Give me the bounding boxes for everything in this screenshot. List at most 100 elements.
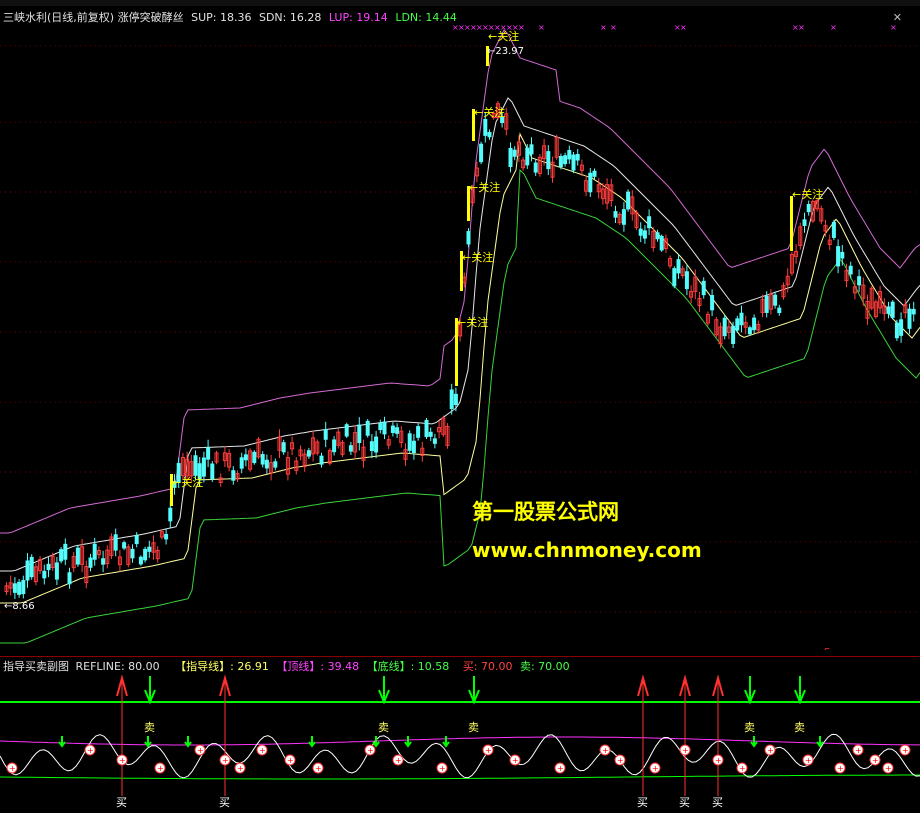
candle-body: [264, 459, 269, 469]
x-marker: ×: [610, 23, 617, 32]
candle-body: [701, 280, 706, 296]
sell-arrow: [744, 676, 756, 705]
indicator-dot-plus: +: [837, 764, 844, 773]
candle-body: [508, 147, 513, 168]
candle-body: [588, 172, 593, 193]
candle-body: [407, 433, 412, 451]
candle-body: [655, 232, 660, 240]
candle-body: [424, 419, 429, 438]
indicator-dot-plus: +: [87, 746, 94, 755]
focus-label: ←关注: [792, 187, 823, 201]
candle-body: [529, 144, 534, 155]
candle-body: [857, 276, 862, 286]
candle-body: [147, 546, 152, 552]
indicator-dot-plus: +: [119, 756, 126, 765]
candle-body: [21, 580, 26, 595]
focus-label: ←关注: [172, 475, 203, 489]
candle-body: [722, 317, 727, 337]
sub-header: 指导买卖副图 REFLINE: 80.00 【指导线】: 26.91 【顶线】:…: [3, 658, 570, 674]
candle-body: [210, 463, 215, 480]
bottom-line: [0, 774, 920, 780]
candle-body: [252, 451, 257, 464]
stock-title: 三峡水利(日线,前复权): [3, 11, 115, 24]
candle-body: [571, 154, 576, 171]
candle-body: [59, 549, 64, 562]
price-chart[interactable]: ←关注 ←关注 ←关注 ←关注 ←关注 ←关注 ←关注 × × × × × × × × × × × × × × × × × ×…: [0, 6, 920, 658]
small-down-arrow: [816, 736, 824, 748]
candle-body: [764, 295, 769, 313]
candle-body: [735, 318, 740, 331]
candle-body: [67, 572, 72, 585]
candle-body: [374, 436, 379, 453]
candle-body: [626, 191, 631, 210]
focus-label: ←关注: [469, 180, 500, 194]
candle-body: [29, 556, 34, 578]
close-icon[interactable]: ✕: [893, 11, 902, 24]
ldn-value: LDN: 14.44: [395, 11, 457, 24]
candle-body: [378, 423, 383, 431]
candle-body: [512, 149, 517, 157]
buy-value: 买: 70.00: [462, 660, 513, 673]
candle-body: [836, 246, 841, 267]
lower-mid-band-line: [0, 132, 920, 604]
candle-body: [332, 439, 337, 453]
candle-body: [479, 143, 484, 163]
candle-body: [260, 454, 265, 465]
buy-label: 买: [712, 796, 723, 809]
candle-body: [369, 441, 374, 452]
candle-body: [365, 420, 370, 436]
watermark-url: www.chnmoney.com: [472, 538, 702, 562]
indicator-dot-plus: +: [367, 746, 374, 755]
candle-body: [802, 219, 807, 226]
indicator-dot-plus: +: [767, 746, 774, 755]
top-x-markers: × × × × × × × × × × × × × × × × × × × × ×: [452, 23, 897, 32]
candle-body: [231, 470, 236, 481]
candle-body: [54, 562, 59, 580]
indicator-dot-plus: +: [855, 746, 862, 755]
indicator-chart[interactable]: 买 买 买 买 买 卖 卖 卖 卖 卖 + + + + + + + + + + + + + + + + + + + + + + + + + + + + +…: [0, 656, 920, 809]
indicator-dot-plus: +: [315, 764, 322, 773]
indicator-dot-plus: +: [885, 764, 892, 773]
candle-body: [395, 427, 400, 434]
signal-bar: [790, 196, 793, 251]
top-line: [0, 736, 920, 746]
candle-body: [894, 322, 899, 339]
candle-body: [63, 543, 68, 560]
candle-body: [382, 421, 387, 435]
indicator-dot-plus: +: [439, 764, 446, 773]
candle-body: [739, 312, 744, 326]
indicator-dot-plus: +: [872, 756, 879, 765]
small-down-arrow: [58, 736, 66, 748]
sdn-value: SDN: 16.28: [258, 11, 322, 24]
buy-label: 买: [116, 796, 127, 809]
indicator-dot-plus: +: [512, 756, 519, 765]
candle-body: [642, 230, 647, 239]
lup-value: LUP: 19.14: [328, 11, 388, 24]
candle-body: [323, 429, 328, 440]
x-marker: ×: [680, 23, 687, 32]
indicator-dot-plus: +: [485, 746, 492, 755]
x-marker: ×: [518, 23, 525, 32]
candle-body: [17, 581, 22, 595]
indicator-dot-plus: +: [9, 764, 16, 773]
candle-body: [487, 131, 492, 138]
candle-body: [563, 155, 568, 165]
candle-body: [899, 319, 904, 336]
indicator-dot-plus: +: [617, 756, 624, 765]
sell-value: 卖: 70.00: [519, 660, 570, 673]
candle-body: [890, 301, 895, 318]
bottom-value: 【底线】: 10.58: [366, 660, 450, 673]
buy-label: 买: [219, 796, 230, 809]
candle-body: [306, 450, 311, 457]
candle-body: [164, 533, 169, 540]
candle-body: [676, 259, 681, 274]
candle-body: [390, 425, 395, 433]
small-down-arrow: [184, 736, 192, 748]
candle-body: [453, 393, 458, 405]
indicator-dot-plus: +: [715, 756, 722, 765]
candle-body: [672, 268, 677, 287]
candle-body: [428, 431, 433, 437]
lower-band-line: [0, 168, 920, 644]
candle-body: [46, 563, 51, 571]
candle-body: [143, 548, 148, 561]
